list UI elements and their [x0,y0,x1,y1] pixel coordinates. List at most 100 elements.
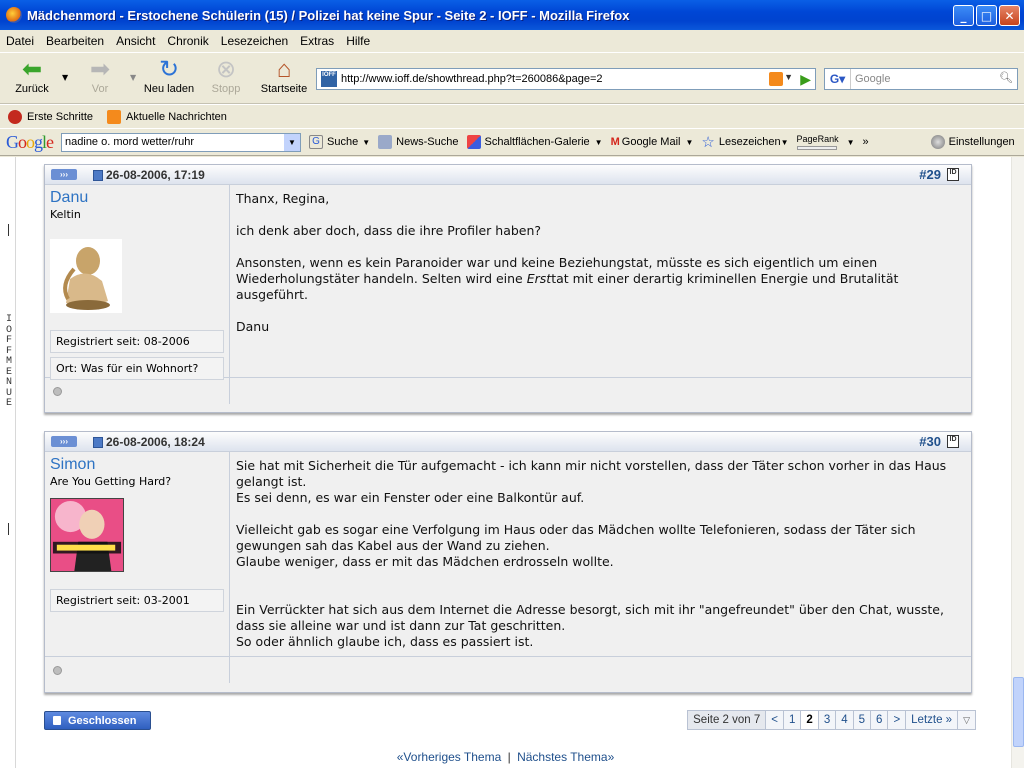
menu-bar: Datei Bearbeiten Ansicht Chronik Lesezei… [0,30,1024,52]
post-signature: Danu [236,319,270,334]
back-dropdown-icon[interactable]: ▼ [62,73,68,82]
gmail-icon: M [610,136,620,148]
google-mail-button[interactable]: M Google Mail ▼ [611,136,694,148]
back-button[interactable]: ⬅ Zurück [12,56,52,96]
menu-extras[interactable]: Extras [294,34,340,48]
page-link-6[interactable]: 6 [871,710,889,730]
home-button[interactable]: ⌂ Startseite [256,56,312,96]
google-gallery-button[interactable]: Schaltflächen-Galerie ▼ [466,135,603,149]
post-arrows-icon[interactable]: ››› [51,169,77,180]
post-date: 26-08-2006, 18:24 [106,435,205,449]
google-bookmarks-button[interactable]: ☆ Lesezeichen ▼ [701,133,788,151]
post-number-link[interactable]: #30 [919,434,941,449]
avatar[interactable] [50,498,124,572]
page-jump-dropdown-icon[interactable]: ▽ [958,710,976,730]
search-icon[interactable]: 🔍︎ [999,71,1013,84]
home-icon: ⌂ [276,56,292,83]
firefox-icon [6,7,22,23]
menu-lesezeichen[interactable]: Lesezeichen [215,34,294,48]
search-box[interactable]: G▾ Google 🔍︎ [824,68,1018,90]
user-location: Ort: Was für ein Wohnort? [50,357,224,380]
forward-arrow-icon: ➡ [89,56,111,83]
pagerank-dropdown-icon[interactable]: ▼ [847,138,855,147]
gallery-icon [466,135,481,149]
username-link[interactable]: Simon [50,456,224,474]
menu-datei[interactable]: Datei [0,34,40,48]
pagerank-bar [796,145,837,150]
reload-button[interactable]: ↻ Neu laden [142,57,196,96]
ioff-side-menu[interactable]: IOFF MENUE [0,157,16,768]
title-bar: Mädchenmord - Erstochene Schülerin (15) … [0,0,1024,30]
thread-closed-button[interactable]: Geschlossen [44,711,151,730]
page-link-3[interactable]: 3 [818,710,837,730]
page-last-link[interactable]: Letzte » [906,710,959,730]
offline-status-icon [53,666,62,675]
google-logo[interactable]: Google [6,132,54,153]
page-content: IOFF MENUE ››› 26-08-2006, 17:19 #29 ID … [0,157,1024,768]
page-link-5[interactable]: 5 [853,710,872,730]
browser-window: Mädchenmord - Erstochene Schülerin (15) … [0,0,1024,768]
post-header: ››› 26-08-2006, 17:19 #29 ID [45,165,971,185]
username-link[interactable]: Danu [50,189,224,207]
url-history-dropdown-icon[interactable]: ▼ [784,72,793,82]
pagination: Seite 2 von 7 < 1 2 3 4 5 6 > Letzte » ▽ [687,710,976,730]
google-query-text[interactable]: nadine o. mord wetter/ruhr [65,136,194,148]
forum-post: ››› 26-08-2006, 18:24 #30 ID Simon Are Y… [44,431,972,693]
scrollbar-thumb[interactable] [1013,677,1024,747]
post-arrows-icon[interactable]: ››› [51,436,77,447]
thread-navigation: «Vorheriges Thema | Nächstes Thema» [0,750,1011,764]
more-button[interactable]: » [863,136,869,148]
search-engine-icon[interactable]: G▾ [825,69,851,89]
close-button[interactable]: ✕ [999,5,1020,26]
bookmark-erste-schritte[interactable]: Erste Schritte [8,109,93,124]
post-text: Ansonsten, wenn es kein Paranoider war u… [236,255,899,302]
post-footer [45,377,971,404]
back-arrow-icon: ⬅ [21,56,43,83]
vertical-scrollbar[interactable] [1011,157,1024,768]
offline-status-icon [53,387,62,396]
page-link-1[interactable]: 1 [784,710,802,730]
firefox-bookmark-icon [8,109,22,124]
page-prev-link[interactable]: < [766,710,784,730]
google-settings-button[interactable]: Einstellungen [930,135,1015,149]
chevron-down-icon[interactable]: ▼ [284,133,301,151]
stop-button[interactable]: ⊗ Stopp [206,57,246,96]
bookmark-aktuelle-nachrichten[interactable]: Aktuelle Nachrichten [107,109,227,124]
post-body: Sie hat mit Sicherheit die Tür aufgemach… [230,452,971,656]
search-input[interactable]: Google [855,73,890,85]
google-news-button[interactable]: News-Suche [378,135,459,149]
rss-icon [107,109,122,124]
menu-hilfe[interactable]: Hilfe [340,34,376,48]
report-icon[interactable]: ID [947,435,959,448]
minimize-button[interactable]: _ [953,5,974,26]
bookmarks-toolbar: Erste Schritte Aktuelle Nachrichten [0,104,1024,128]
url-text: http://www.ioff.de/showthread.php?t=2600… [341,73,603,85]
menu-ansicht[interactable]: Ansicht [110,34,161,48]
pagerank-indicator[interactable]: PageRank [796,134,839,150]
google-toolbar: Google nadine o. mord wetter/ruhr ▼ G Suc… [0,128,1024,156]
post-user-panel: Danu Keltin Registriert seit: 08-2006 Or… [45,185,230,380]
page-link-4[interactable]: 4 [836,710,854,730]
forward-dropdown-icon[interactable]: ▼ [130,73,136,82]
next-thread-link[interactable]: Nächstes Thema» [517,750,614,764]
avatar[interactable] [50,239,122,313]
previous-thread-link[interactable]: «Vorheriges Thema [397,750,502,764]
page-label: Seite 2 von 7 [687,710,767,730]
post-icon [93,170,103,181]
page-next-link[interactable]: > [888,710,907,730]
url-bar[interactable]: IOFF http://www.ioff.de/showthread.php?t… [316,68,816,90]
maximize-button[interactable]: □ [976,5,997,26]
menu-chronik[interactable]: Chronik [161,34,214,48]
report-icon[interactable]: ID [947,168,959,181]
post-text: Thanx, Regina, [236,191,330,206]
go-arrow-icon[interactable]: ▶ [800,71,811,88]
menu-bearbeiten[interactable]: Bearbeiten [40,34,110,48]
forward-button[interactable]: ➡ Vor [80,56,120,96]
star-icon: ☆ [701,134,715,151]
google-query-combobox[interactable]: nadine o. mord wetter/ruhr ▼ [61,132,302,152]
google-search-button[interactable]: G Suche ▼ [309,135,370,149]
post-date: 26-08-2006, 17:19 [106,168,205,182]
post-number-link[interactable]: #29 [919,167,941,182]
rss-feed-icon[interactable] [769,72,783,86]
post-user-panel: Simon Are You Getting Hard? Registriert … [45,452,230,656]
